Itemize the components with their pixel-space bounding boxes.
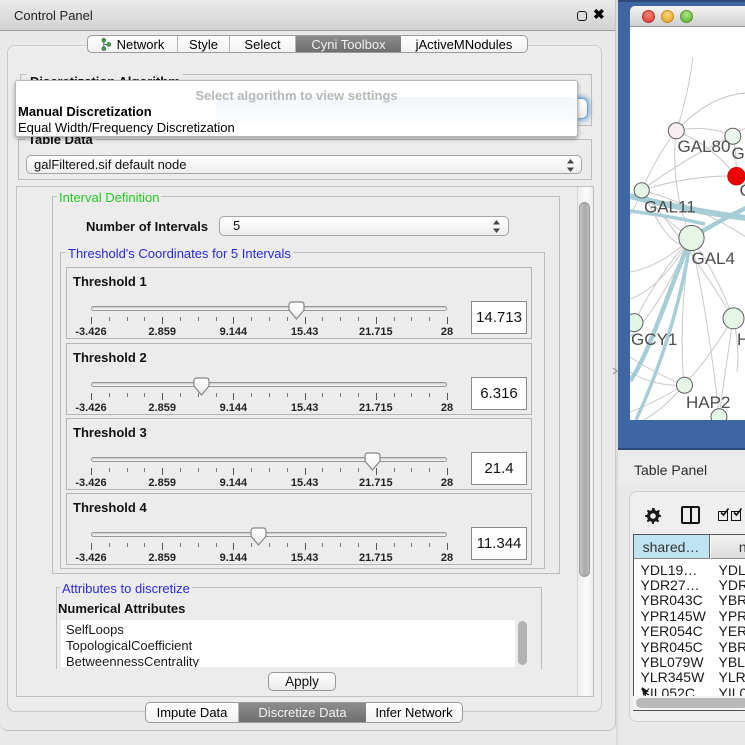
svg-text:GAL11: GAL11 <box>644 198 696 217</box>
svg-text:GAL4: GAL4 <box>691 249 734 268</box>
svg-text:GA: GA <box>731 144 745 163</box>
svg-text:H: H <box>737 330 745 349</box>
svg-text:GAL80: GAL80 <box>677 137 730 156</box>
svg-text:HAP2: HAP2 <box>686 393 730 412</box>
svg-text:GCY1: GCY1 <box>631 330 677 349</box>
svg-text:C: C <box>739 181 745 200</box>
